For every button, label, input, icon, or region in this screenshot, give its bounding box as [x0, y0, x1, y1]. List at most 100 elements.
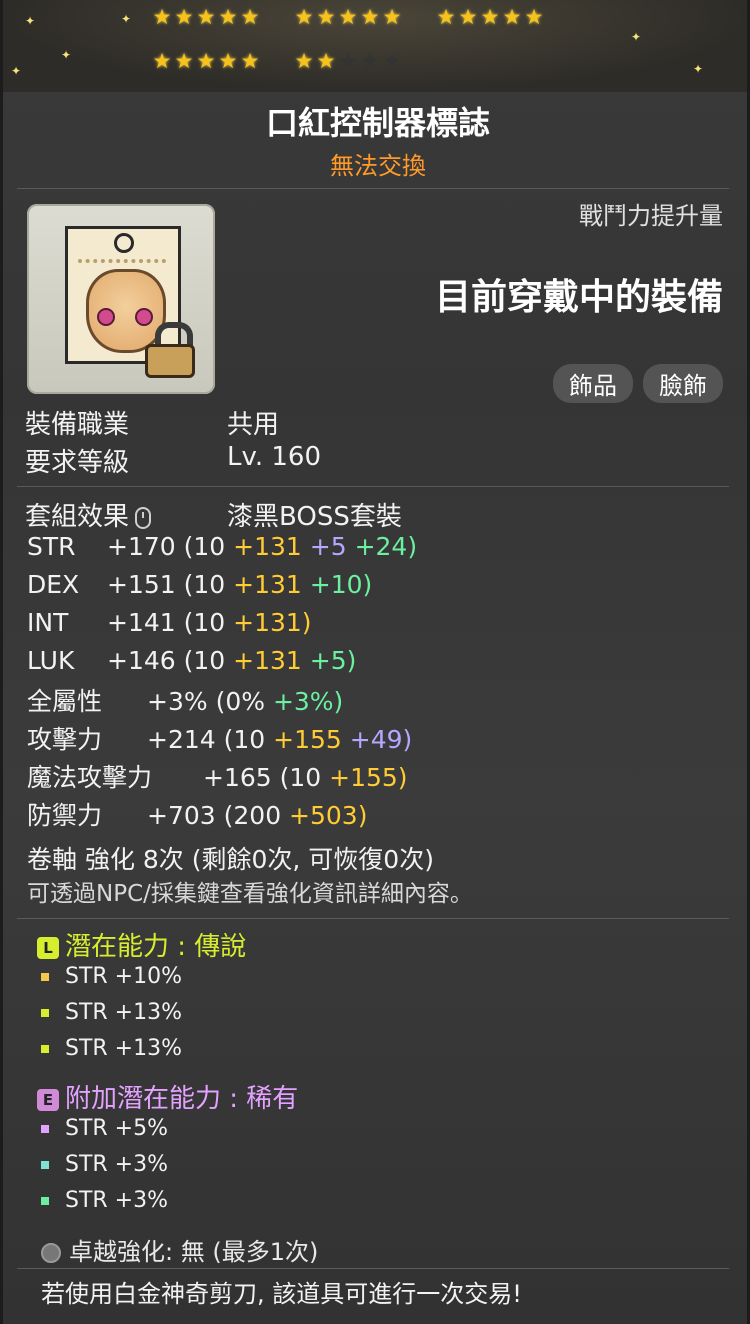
star-filled-icon: ★	[240, 49, 260, 73]
epic-badge-icon: E	[37, 1088, 59, 1111]
stat-total: +146	[107, 646, 184, 675]
stat-base: (10	[279, 763, 330, 792]
excellence-line: 卓越強化: 無 (最多1次)	[41, 1232, 318, 1267]
potential-title-text: 潛在能力 : 傳說	[65, 932, 247, 962]
stat-bonus: +131	[233, 532, 310, 561]
stat-name: INT	[27, 608, 69, 637]
stat-bonus: +24)	[354, 532, 418, 561]
star-empty-icon: ★	[360, 49, 380, 73]
stat-name: DEX	[27, 570, 80, 599]
stat-base: (200	[223, 801, 290, 830]
tag-subcategory: 臉飾	[643, 364, 723, 403]
tag-category: 飾品	[553, 364, 633, 403]
star-filled-icon: ★	[196, 49, 216, 73]
bullet-icon	[41, 1197, 49, 1205]
stat-total: +214	[147, 725, 224, 754]
stat-total: +3%	[147, 687, 216, 716]
potential-line: STR +3%	[41, 1152, 168, 1177]
additional-potential-title: E 附加潛在能力 : 稀有	[37, 1078, 298, 1115]
stat-base: (10	[183, 570, 234, 599]
stat-row: DEX +151 (10 +131 +10)	[27, 570, 372, 599]
stat-row: 全屬性 +3% (0% +3%)	[27, 682, 343, 718]
star-filled-icon: ★	[360, 5, 380, 29]
sparkle-icon: ✦	[25, 14, 36, 28]
stat-bonus: +3%)	[272, 687, 344, 716]
stat-base: (10	[183, 608, 234, 637]
excellence-text: 卓越強化: 無 (最多1次)	[69, 1238, 319, 1266]
item-tooltip: ★ ★ ★ ★ ★ ★ ★ ★ ★ ★ ★ ★ ★ ★ ★ ★ ★ ★ ★ ★ ★ ★ ★ ★ ★ ✦ ✦ ✦ ✦ ✦ ✦ 口…	[0, 0, 750, 1324]
potential-line: STR +13%	[41, 1036, 182, 1061]
stat-row: 防禦力 +703 (200 +503)	[27, 796, 367, 832]
potential-line-text: STR +3%	[65, 1152, 169, 1177]
item-tags: 飾品 臉飾	[553, 364, 723, 403]
stat-bonus: +5)	[309, 646, 357, 675]
scroll-hint: 可透過NPC/採集鍵查看強化資訊詳細內容。	[27, 881, 473, 907]
potential-line-text: STR +13%	[65, 1036, 183, 1061]
star-filled-icon: ★	[218, 49, 238, 73]
sparkle-icon: ✦	[631, 30, 642, 44]
star-filled-icon: ★	[196, 5, 216, 29]
stat-bonus: +5	[309, 532, 355, 561]
job-value: 共用	[227, 410, 280, 440]
stat-bonus: +155)	[329, 763, 408, 792]
potential-line: STR +10%	[41, 964, 182, 989]
level-value: Lv. 160	[227, 442, 322, 472]
star-filled-icon: ★	[294, 49, 314, 73]
divider	[17, 486, 729, 487]
stat-name: 攻擊力	[27, 725, 103, 754]
stat-base: (10	[183, 646, 234, 675]
combat-power-value: 目前穿戴中的裝備	[434, 277, 723, 318]
star-filled-icon: ★	[480, 5, 500, 29]
stat-row: 魔法攻擊力 +165 (10 +155)	[27, 758, 408, 794]
star-filled-icon: ★	[218, 5, 238, 29]
mouse-icon[interactable]	[135, 506, 152, 529]
trade-note: 若使用白金神奇剪刀, 該道具可進行一次交易!	[41, 1280, 522, 1308]
star-filled-icon: ★	[502, 5, 522, 29]
legendary-badge-icon: L	[37, 936, 59, 959]
star-filled-icon: ★	[316, 49, 336, 73]
star-empty-icon: ★	[338, 49, 358, 73]
divider	[17, 918, 729, 919]
bullet-icon	[41, 1161, 49, 1169]
star-filled-icon: ★	[174, 49, 194, 73]
star-row-1: ★ ★ ★ ★ ★ ★ ★ ★ ★ ★ ★ ★ ★ ★ ★	[151, 6, 577, 28]
sparkle-icon: ✦	[693, 62, 704, 76]
potential-line-text: STR +13%	[65, 1000, 183, 1025]
star-filled-icon: ★	[152, 49, 172, 73]
stat-row: 攻擊力 +214 (10 +155 +49)	[27, 720, 412, 756]
star-group: ★ ★ ★ ★ ★	[293, 50, 403, 72]
stat-row: LUK +146 (10 +131 +5)	[27, 646, 356, 675]
stat-name: 防禦力	[27, 801, 103, 830]
star-filled-icon: ★	[338, 5, 358, 29]
stat-name: STR	[27, 532, 76, 561]
stat-bonus: +131)	[233, 608, 312, 637]
star-empty-icon: ★	[382, 49, 402, 73]
divider	[17, 1268, 729, 1269]
stat-bonus: +131	[233, 646, 310, 675]
stat-base: (10	[183, 532, 234, 561]
item-title: 口紅控制器標誌	[265, 104, 490, 142]
stat-name: LUK	[27, 646, 75, 675]
stat-name: 全屬性	[27, 687, 103, 716]
bullet-icon	[41, 973, 49, 981]
potential-line-text: STR +10%	[65, 964, 183, 989]
stat-total: +170	[107, 532, 184, 561]
bullet-icon	[41, 1009, 49, 1017]
potential-line: STR +3%	[41, 1188, 168, 1213]
star-row-2: ★ ★ ★ ★ ★ ★ ★ ★ ★ ★	[151, 50, 435, 72]
bullet-icon	[41, 1045, 49, 1053]
stat-base: (10	[223, 725, 274, 754]
stat-base: (0%	[215, 687, 273, 716]
set-value: 漆黑BOSS套裝	[227, 502, 402, 532]
potential-line-text: STR +3%	[65, 1188, 169, 1213]
trade-status: 無法交換	[330, 152, 426, 180]
star-filled-icon: ★	[436, 5, 456, 29]
set-label: 套組效果	[25, 496, 152, 533]
stat-row: STR +170 (10 +131 +5 +24)	[27, 532, 417, 561]
sparkle-icon: ✦	[11, 64, 22, 78]
star-group: ★ ★ ★ ★ ★	[435, 6, 545, 28]
enhance-icon	[41, 1243, 61, 1263]
star-filled-icon: ★	[382, 5, 402, 29]
stat-name: 魔法攻擊力	[27, 763, 153, 792]
stat-row: INT +141 (10 +131)	[27, 608, 312, 637]
